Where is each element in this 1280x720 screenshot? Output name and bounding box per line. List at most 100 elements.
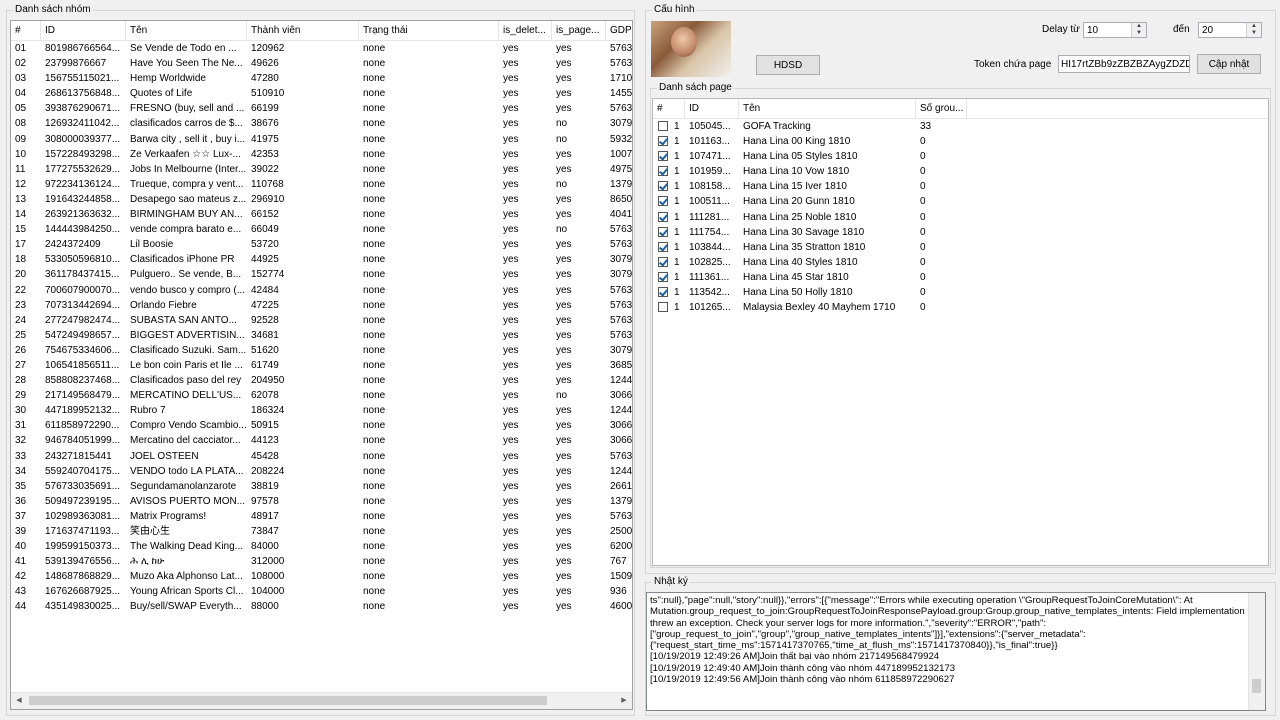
- update-button[interactable]: Cập nhật: [1197, 54, 1261, 74]
- scroll-left-arrow-icon[interactable]: ◀: [11, 693, 27, 709]
- table-row[interactable]: 43 167626687925... Young African Sports Cl…: [11, 584, 632, 599]
- table-row[interactable]: 44 435149830025... Buy/sell/SWAP Everyth..…: [11, 599, 632, 614]
- page-row[interactable]: 1 100511... Hana Lina 20 Gunn 1810 0: [653, 194, 1268, 209]
- table-row[interactable]: 10 157228493298... Ze Verkaafen ☆☆ Lux-...…: [11, 147, 632, 162]
- pages-col-header[interactable]: Tên: [739, 99, 916, 118]
- page-row[interactable]: 1 103844... Hana Lina 35 Stratton 1810 0: [653, 240, 1268, 255]
- table-row[interactable]: 11 177275532629... Jobs In Melbourne (Inte…: [11, 162, 632, 177]
- table-row[interactable]: 15 144443984250... vende compra barato e..…: [11, 222, 632, 237]
- spin-up-arrow-icon[interactable]: ▲: [1132, 23, 1146, 30]
- checkbox-icon[interactable]: [658, 196, 668, 207]
- groups-col-header[interactable]: ID: [41, 21, 126, 40]
- table-row[interactable]: 40 199599150373... The Walking Dead King..…: [11, 539, 632, 554]
- table-row[interactable]: 32 946784051999... Mercatino del cacciator…: [11, 433, 632, 448]
- table-row[interactable]: 29 217149568479... MERCATINO DELL'US... 620…: [11, 388, 632, 403]
- pages-col-header[interactable]: ID: [685, 99, 739, 118]
- table-row[interactable]: 37 102989363081... Matrix Programs! 48917 no…: [11, 509, 632, 524]
- spin-down-arrow-icon[interactable]: ▼: [1247, 30, 1261, 37]
- delay-from-spinner[interactable]: ▲ ▼: [1131, 23, 1146, 37]
- delay-to-input[interactable]: 20 ▲ ▼: [1198, 22, 1262, 38]
- page-cell-num: 1: [674, 226, 680, 238]
- table-row[interactable]: 27 106541856511... Le bon coin Paris et Il…: [11, 358, 632, 373]
- pages-col-header[interactable]: #: [653, 99, 685, 118]
- table-row[interactable]: 33 243271815441 JOEL OSTEEN 45428 none yes yes…: [11, 449, 632, 464]
- table-row[interactable]: 18 533050596810... Clasificados iPhone PR 4…: [11, 252, 632, 267]
- table-row[interactable]: 39 171637471193... 笑由心生 73847 none yes yes 2500: [11, 524, 632, 539]
- checkbox-icon[interactable]: [658, 136, 668, 147]
- page-row[interactable]: 1 102825... Hana Lina 40 Styles 1810 0: [653, 255, 1268, 270]
- hdsd-button[interactable]: HDSD: [756, 55, 820, 75]
- checkbox-icon[interactable]: [658, 241, 668, 252]
- table-row[interactable]: 14 263921363632... BIRMINGHAM BUY AN... 661…: [11, 207, 632, 222]
- table-row[interactable]: 08 126932411042... clasificados carros de …: [11, 116, 632, 131]
- checkbox-icon[interactable]: [658, 211, 668, 222]
- groups-col-header[interactable]: GDP: [606, 21, 632, 40]
- table-row[interactable]: 36 509497239195... AVISOS PUERTO MON... 975…: [11, 494, 632, 509]
- table-row[interactable]: 09 308000039377... Barwa city , sell it , …: [11, 132, 632, 147]
- page-row[interactable]: 1 113542... Hana Lina 50 Holly 1810 0: [653, 285, 1268, 300]
- checkbox-icon[interactable]: [658, 287, 668, 298]
- groups-col-header[interactable]: Trạng thái: [359, 21, 499, 40]
- log-vscrollbar[interactable]: [1248, 593, 1265, 710]
- pages-col-header[interactable]: Số grou...: [916, 99, 967, 118]
- page-row[interactable]: 1 108158... Hana Lina 15 Iver 1810 0: [653, 179, 1268, 194]
- table-row[interactable]: 03 156755115021... Hemp Worldwide 47280 none…: [11, 71, 632, 86]
- groups-col-header[interactable]: #: [11, 21, 41, 40]
- groups-hscroll-thumb[interactable]: [29, 696, 547, 705]
- token-input[interactable]: HI17rtZBb9zZBZBZAygZDZD: [1058, 55, 1190, 73]
- page-row[interactable]: 1 101959... Hana Lina 10 Vow 1810 0: [653, 164, 1268, 179]
- table-cell: none: [363, 193, 386, 205]
- table-row[interactable]: 23 707313442694... Orlando Fiebre 47225 none…: [11, 298, 632, 313]
- groups-col-header[interactable]: Tên: [126, 21, 247, 40]
- spin-down-arrow-icon[interactable]: ▼: [1132, 30, 1146, 37]
- table-row[interactable]: 34 559240704175... VENDO todo LA PLATA... 2…: [11, 464, 632, 479]
- delay-from-input[interactable]: 10 ▲ ▼: [1083, 22, 1147, 38]
- table-cell: Buy/sell/SWAP Everyth...: [130, 601, 242, 613]
- table-row[interactable]: 13 191643244858... Desapego sao mateus z..…: [11, 192, 632, 207]
- table-cell: VENDO todo LA PLATA...: [130, 465, 244, 477]
- page-row[interactable]: 1 107471... Hana Lina 05 Styles 1810 0: [653, 149, 1268, 164]
- page-row[interactable]: 1 111281... Hana Lina 25 Noble 1810 0: [653, 210, 1268, 225]
- table-row[interactable]: 41 539139476556... ሕ ሊ ከሁ 312000 none yes yes 7…: [11, 554, 632, 569]
- groups-col-header[interactable]: Thành viên: [247, 21, 359, 40]
- scroll-right-arrow-icon[interactable]: ▶: [616, 693, 632, 709]
- groups-col-header[interactable]: is_delet...: [499, 21, 552, 40]
- checkbox-icon[interactable]: [658, 166, 668, 177]
- checkbox-icon[interactable]: [658, 226, 668, 237]
- table-row[interactable]: 26 754675334606... Clasificado Suzuki. Sam…: [11, 343, 632, 358]
- table-row[interactable]: 24 277247982474... SUBASTA SAN ANTO... 9252…: [11, 313, 632, 328]
- log-textbox[interactable]: ts":null},"page":null,"story":null}},"er…: [646, 592, 1266, 711]
- table-row[interactable]: 01 801986766564... Se Vende de Todo en ...…: [11, 41, 632, 56]
- groups-hscrollbar[interactable]: ◀ ▶: [11, 692, 632, 709]
- table-row[interactable]: 28 858808237468... Clasificados paso del r…: [11, 373, 632, 388]
- table-row[interactable]: 17 2424372409 Lil Boosie 53720 none yes yes 576…: [11, 237, 632, 252]
- checkbox-icon[interactable]: [658, 151, 668, 162]
- table-row[interactable]: 22 700607900070... vendo busco y compro (.…: [11, 283, 632, 298]
- table-row[interactable]: 30 447189952132... Rubro 7 186324 none yes yes…: [11, 403, 632, 418]
- table-row[interactable]: 05 393876290671... FRESNO (buy, sell and .…: [11, 101, 632, 116]
- table-row[interactable]: 42 148687868829... Muzo Aka Alphonso Lat..…: [11, 569, 632, 584]
- table-row[interactable]: 12 972234136124... Trueque, compra y vent.…: [11, 177, 632, 192]
- page-row[interactable]: 1 111361... Hana Lina 45 Star 1810 0: [653, 270, 1268, 285]
- groups-grid[interactable]: # ID Tên Thành viên Trạng thái is_delet... is_…: [10, 20, 633, 710]
- page-row[interactable]: 1 101265... Malaysia Bexley 40 Mayhem 1710…: [653, 300, 1268, 315]
- table-row[interactable]: 35 576733035691... Segundamanolanzarote 388…: [11, 479, 632, 494]
- table-row[interactable]: 20 361178437415... Pulguero.. Se vende, B.…: [11, 267, 632, 282]
- table-row[interactable]: 31 611858972290... Compro Vendo Scambio...…: [11, 418, 632, 433]
- checkbox-icon[interactable]: [658, 256, 668, 267]
- table-row[interactable]: 04 268613756848... Quotes of Life 510910 non…: [11, 86, 632, 101]
- page-row[interactable]: 1 101163... Hana Lina 00 King 1810 0: [653, 134, 1268, 149]
- table-row[interactable]: 02 23799876667 Have You Seen The Ne... 4962…: [11, 56, 632, 71]
- checkbox-icon[interactable]: [658, 271, 668, 282]
- log-vscroll-thumb[interactable]: [1252, 679, 1261, 693]
- table-row[interactable]: 25 547249498657... BIGGEST ADVERTISIN... 34…: [11, 328, 632, 343]
- pages-grid[interactable]: # ID Tên Số grou... 1 105045... GOFA Tracking…: [652, 98, 1269, 566]
- spin-up-arrow-icon[interactable]: ▲: [1247, 23, 1261, 30]
- checkbox-icon[interactable]: [658, 121, 668, 131]
- checkbox-icon[interactable]: [658, 181, 668, 192]
- checkbox-icon[interactable]: [658, 302, 668, 313]
- page-row[interactable]: 1 105045... GOFA Tracking 33: [653, 119, 1268, 134]
- groups-col-header[interactable]: is_page...: [552, 21, 606, 40]
- page-row[interactable]: 1 111754... Hana Lina 30 Savage 1810 0: [653, 225, 1268, 240]
- delay-to-spinner[interactable]: ▲ ▼: [1246, 23, 1261, 37]
